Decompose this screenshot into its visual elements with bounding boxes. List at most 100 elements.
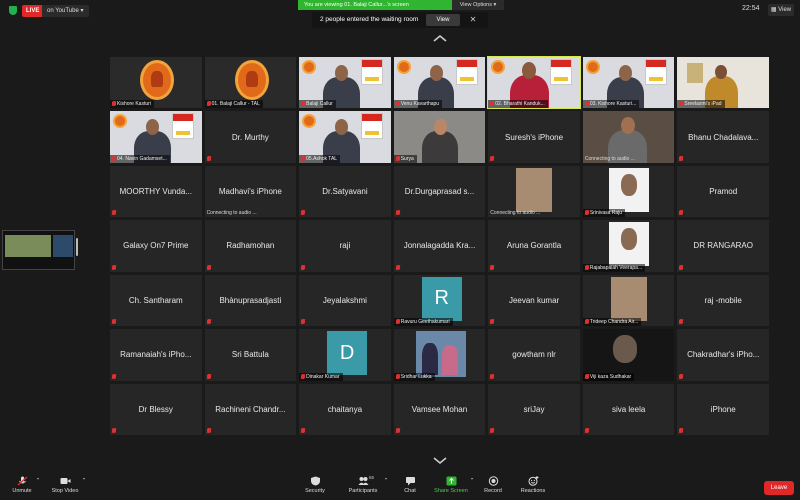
- stream-dropdown[interactable]: on YouTube ▾: [42, 5, 89, 17]
- waiting-room-view-button[interactable]: View: [426, 14, 460, 26]
- chevron-up-icon[interactable]: [432, 33, 448, 43]
- participant-tile[interactable]: Vamsee Mohan: [393, 383, 486, 435]
- participant-name: Bhànuprasadjasti: [219, 295, 282, 305]
- participant-tile[interactable]: raji: [299, 220, 391, 272]
- profile-photo: [610, 276, 647, 321]
- organization-logo: [396, 60, 411, 74]
- participant-tile[interactable]: gowtham nlr: [488, 329, 580, 381]
- participant-tile[interactable]: Dr.Satyavani: [299, 165, 391, 218]
- participant-tile[interactable]: Dr.Durgaprasad s...: [393, 165, 486, 218]
- participant-tile[interactable]: iPhone: [677, 383, 769, 435]
- participant-tile[interactable]: raj -mobile: [677, 274, 769, 327]
- share-screen-label: Share Screen: [434, 488, 468, 494]
- participant-tile[interactable]: Bhanu Chadalava...: [677, 111, 769, 163]
- participant-tile[interactable]: Sridhar Lukka: [393, 329, 486, 381]
- participant-tile[interactable]: R Ravuru Geethakumari: [393, 274, 486, 327]
- unmute-button[interactable]: Unmute: [10, 476, 34, 494]
- grid-icon: ▦: [770, 7, 777, 13]
- person-head: [618, 65, 632, 81]
- participant-tile[interactable]: Srinivasa Raju: [582, 165, 675, 218]
- participant-tile[interactable]: Trideep Chandra Air...: [582, 274, 675, 327]
- microphone-muted-icon: [395, 373, 400, 379]
- microphone-muted-icon: [395, 319, 400, 325]
- participant-tile[interactable]: Jeyalakshmi: [299, 274, 391, 327]
- participant-tile[interactable]: Aruna Gorantla: [488, 220, 580, 272]
- video-camera-icon: [60, 478, 70, 484]
- share-screen-button[interactable]: Share Screen: [432, 476, 470, 494]
- participant-name: chaitanya: [327, 404, 363, 414]
- microphone-muted-icon: [490, 373, 495, 379]
- microphone-muted-icon: [206, 101, 211, 107]
- stop-video-button[interactable]: Stop Video: [48, 476, 82, 494]
- participants-button[interactable]: 55 Participants: [344, 475, 382, 494]
- shared-screen-content: [5, 235, 51, 257]
- participant-tile[interactable]: Dr Blessy: [110, 383, 202, 435]
- clock: 22:54: [742, 5, 760, 12]
- participant-tile[interactable]: Madhavi's iPhone Connecting to audio ...: [204, 165, 297, 218]
- participant-tile[interactable]: 04. Navin Gadamset...: [110, 111, 202, 163]
- participant-tile[interactable]: 01. Balaji Callur - TAL: [204, 57, 297, 109]
- participant-tile[interactable]: Chakradhar's iPho...: [677, 329, 769, 381]
- view-layout-button[interactable]: ▦ View: [768, 4, 794, 16]
- chevron-up-icon[interactable]: ⌃: [382, 478, 390, 484]
- participant-tile[interactable]: Surya: [393, 111, 486, 163]
- leave-button[interactable]: Leave: [764, 481, 794, 495]
- people-icon: [358, 477, 368, 485]
- reactions-button[interactable]: Reactions: [518, 476, 548, 494]
- participant-tile[interactable]: sriJay: [488, 383, 580, 435]
- participant-tile[interactable]: Pramod: [677, 165, 769, 218]
- profile-photo-face: [620, 228, 637, 251]
- participant-tile[interactable]: Jonnalagadda Kra...: [393, 220, 486, 272]
- participant-tile[interactable]: Sreelaxmi's iPad: [677, 57, 769, 109]
- participant-tile[interactable]: Suresh's iPhone: [488, 111, 580, 163]
- participant-tile[interactable]: Connecting to audio ...: [488, 165, 580, 218]
- participant-tile[interactable]: 05.Ashok TAL: [299, 111, 391, 163]
- security-button[interactable]: Security: [302, 476, 328, 494]
- participant-name: Vamsee Mohan: [411, 404, 468, 414]
- live-button[interactable]: LIVE: [22, 5, 44, 17]
- participant-name: Sri Battula: [231, 350, 269, 360]
- participant-tile[interactable]: Jeevan kumar: [488, 274, 580, 327]
- view-options-button[interactable]: View Options ▾: [452, 0, 504, 10]
- microphone-muted-icon: [301, 427, 306, 433]
- participant-tile[interactable]: chaitanya: [299, 383, 391, 435]
- participant-tile[interactable]: Ramanaiah's iPho...: [110, 329, 202, 381]
- participant-tile[interactable]: MOORTHY Vunda...: [110, 165, 202, 218]
- participant-tile[interactable]: DR RANGARAO: [677, 220, 769, 272]
- participant-tile[interactable]: 02. Bharathi Kanduk...: [487, 55, 581, 110]
- view-options-label: View Options: [459, 2, 492, 8]
- microphone-muted-icon: [395, 427, 400, 433]
- participant-tile[interactable]: Kishore Kasturi: [110, 57, 202, 109]
- participant-name-label: 02. Bharathi Kanduk...: [488, 100, 548, 109]
- filmstrip-drag-handle[interactable]: [76, 238, 78, 256]
- participant-tile[interactable]: Galaxy On7 Prime: [110, 220, 202, 272]
- participant-tile[interactable]: Viji kaza Sudhakar: [582, 329, 675, 381]
- participant-tile[interactable]: Bhànuprasadjasti: [204, 274, 297, 327]
- participant-tile[interactable]: 03. Kishore Kasturi...: [582, 57, 675, 109]
- participant-tile[interactable]: Rachineni Chandr...: [204, 383, 297, 435]
- shield-icon[interactable]: [9, 6, 17, 15]
- participant-tile[interactable]: siva leela: [582, 383, 675, 435]
- chat-button[interactable]: Chat: [400, 476, 420, 494]
- participant-tile[interactable]: Connecting to audio ...: [582, 111, 675, 163]
- share-screen-icon: [446, 476, 456, 486]
- participant-tile[interactable]: Ch. Santharam: [110, 274, 202, 327]
- shield-icon: [310, 476, 320, 486]
- record-icon: [488, 476, 498, 486]
- chevron-up-icon[interactable]: ⌃: [34, 478, 42, 484]
- participant-tile[interactable]: Sri Battula: [204, 329, 297, 381]
- participant-name-label: 01. Balaji Callur - TAL: [204, 100, 263, 109]
- participant-tile[interactable]: Venu Kavarthapu: [393, 57, 486, 109]
- participant-tile[interactable]: Balaji Callur: [299, 57, 391, 109]
- participant-tile[interactable]: Dr. Murthy: [204, 111, 297, 163]
- participant-tile[interactable]: Rajabapaiah Veerapa...: [582, 220, 675, 272]
- chevron-down-icon[interactable]: [432, 456, 448, 466]
- record-button[interactable]: Record: [482, 476, 504, 494]
- chevron-up-icon[interactable]: ⌃: [80, 478, 88, 484]
- chevron-up-icon[interactable]: ⌃: [468, 478, 476, 484]
- close-icon[interactable]: ✕: [468, 14, 478, 26]
- microphone-muted-icon: [679, 373, 684, 379]
- participant-tile[interactable]: D Dinakar Kumar: [299, 329, 391, 381]
- participant-tile[interactable]: Radhamohan: [204, 220, 297, 272]
- shared-screen-thumbnail[interactable]: [2, 230, 75, 270]
